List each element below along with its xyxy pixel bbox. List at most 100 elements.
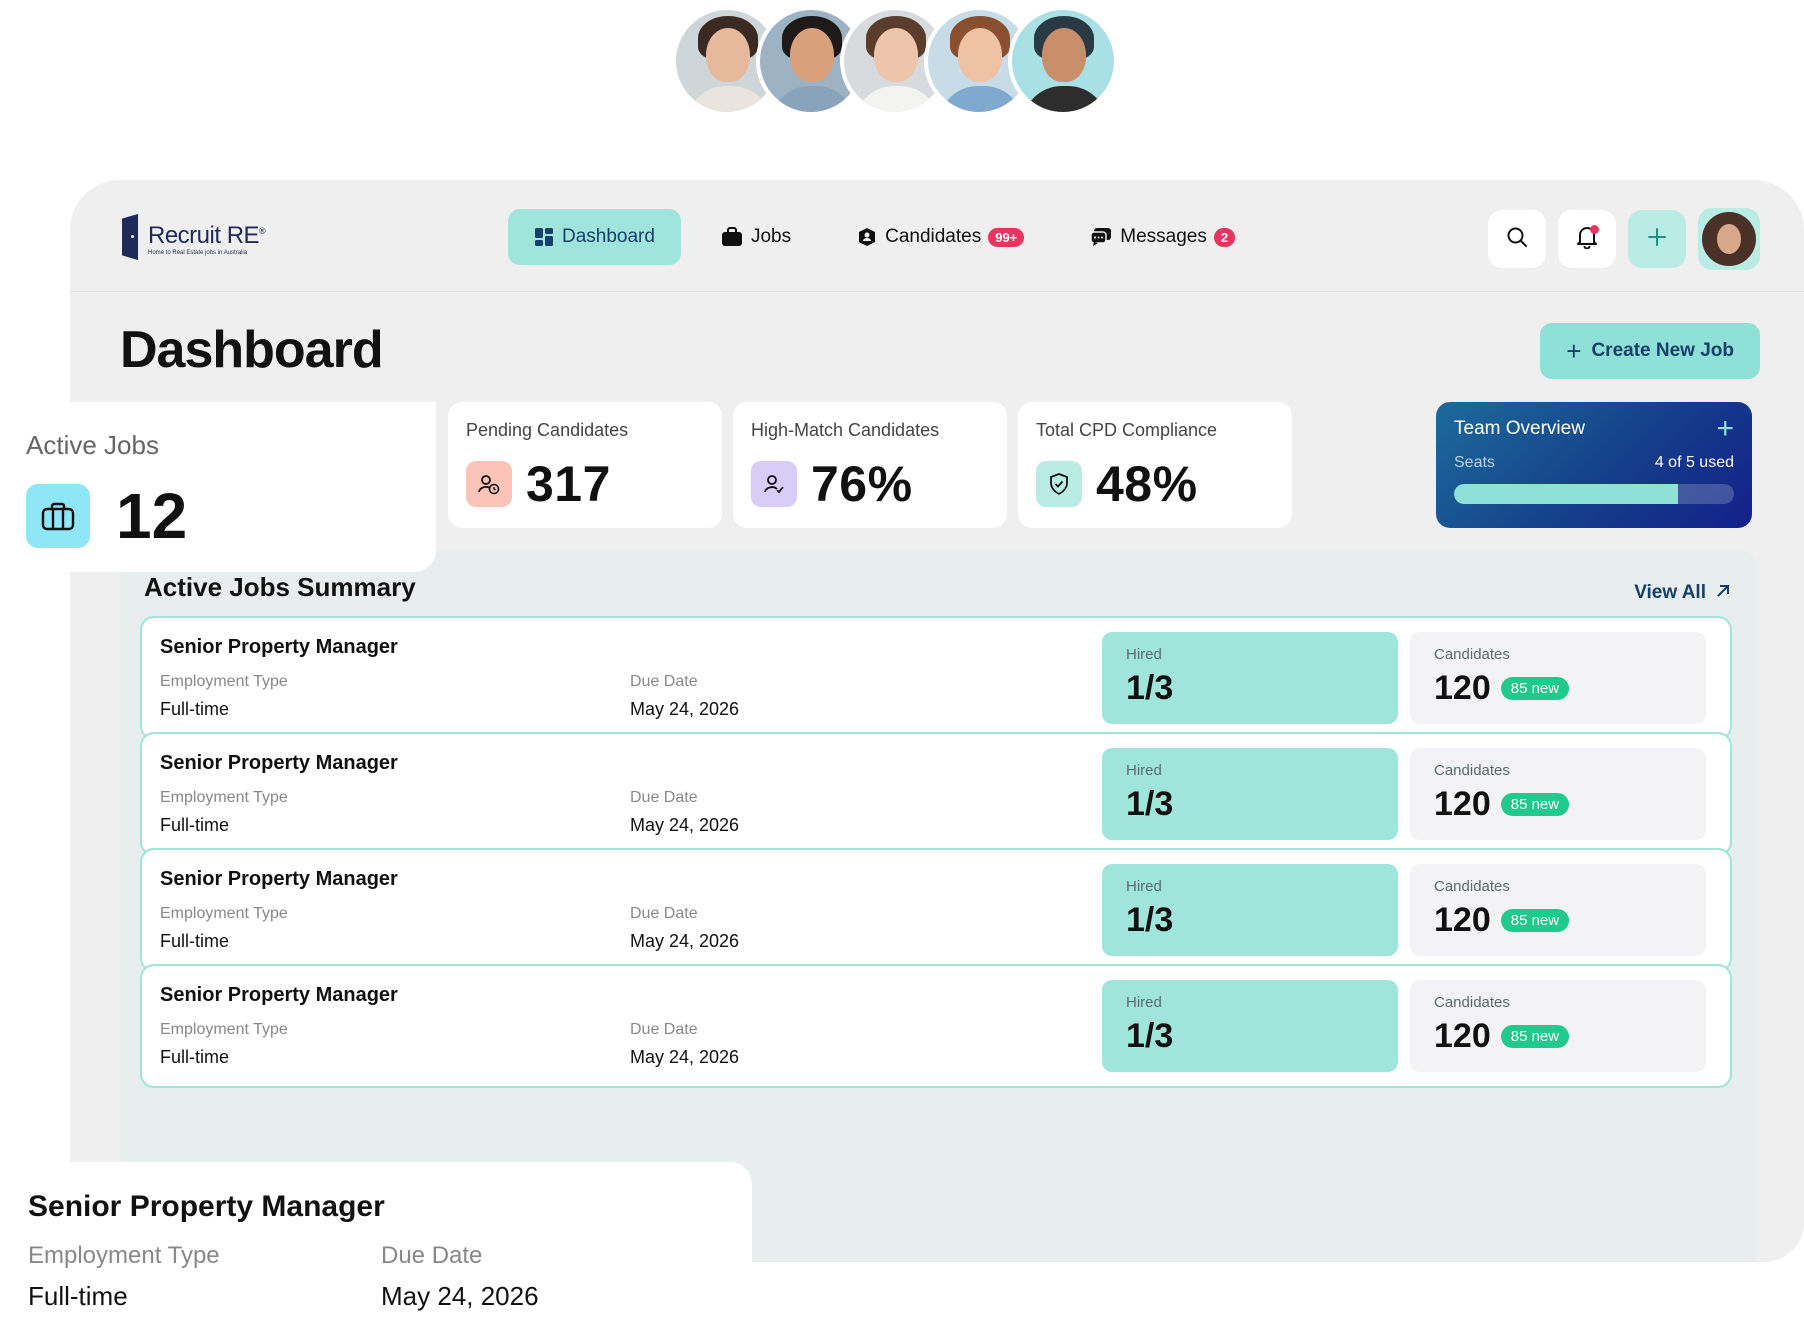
app-window: Recruit RE® Home to Real Estate jobs in … xyxy=(70,180,1804,1262)
employment-type: Full-time xyxy=(160,699,230,719)
tab-candidates[interactable]: Candidates 99+ xyxy=(831,209,1050,265)
due-date-label: Due Date xyxy=(630,673,698,690)
new-badge: 85 new xyxy=(1500,793,1570,816)
hired-label: Hired xyxy=(1126,762,1162,779)
brand-tagline: Home to Real Estate jobs in Australia xyxy=(148,250,248,256)
create-job-label: Create New Job xyxy=(1591,340,1734,361)
job-row[interactable]: Senior Property Manager Employment Type … xyxy=(140,732,1732,856)
tab-jobs[interactable]: Jobs xyxy=(695,209,817,265)
candidates-label: Candidates xyxy=(1434,994,1510,1011)
candidates-value: 120 xyxy=(1434,785,1491,823)
view-all-label: View All xyxy=(1634,582,1706,603)
user-clock-icon xyxy=(466,461,512,507)
job-row[interactable]: Senior Property Manager Employment Type … xyxy=(140,964,1732,1088)
candidates-box[interactable]: Candidates 120 85 new xyxy=(1410,748,1706,840)
view-all-link[interactable]: View All xyxy=(1634,582,1730,604)
job-title: Senior Property Manager xyxy=(160,868,398,890)
job-title: Senior Property Manager xyxy=(160,636,398,658)
notification-dot xyxy=(1590,225,1599,234)
hired-label: Hired xyxy=(1126,878,1162,895)
candidates-value: 120 xyxy=(1434,901,1491,939)
stat-value: 12 xyxy=(116,480,188,552)
stat-cpd-compliance[interactable]: Total CPD Compliance 48% xyxy=(1018,402,1292,528)
tab-candidates-label: Candidates xyxy=(885,226,982,247)
user-avatar[interactable] xyxy=(1698,208,1760,270)
job-title: Senior Property Manager xyxy=(160,752,398,774)
tab-dashboard[interactable]: Dashboard xyxy=(508,209,681,265)
search-icon xyxy=(1506,226,1528,253)
job-detail-card[interactable]: Senior Property Manager Employment Type … xyxy=(0,1162,752,1329)
hired-label: Hired xyxy=(1126,646,1162,663)
logo[interactable]: Recruit RE® Home to Real Estate jobs in … xyxy=(122,214,266,260)
stat-label: Pending Candidates xyxy=(466,420,629,440)
notifications-button[interactable] xyxy=(1558,210,1616,268)
tab-messages[interactable]: Messages 2 xyxy=(1064,209,1261,265)
nav-tabs: Dashboard Jobs Candidates 99+ Messages 2 xyxy=(508,209,1275,265)
candidates-label: Candidates xyxy=(1434,878,1510,895)
employment-type-label: Employment Type xyxy=(28,1242,220,1269)
new-badge: 85 new xyxy=(1500,1025,1570,1048)
employment-type: Full-time xyxy=(160,931,230,951)
employment-type: Full-time xyxy=(160,1047,230,1067)
summary-title: Active Jobs Summary xyxy=(144,572,416,602)
stat-high-match[interactable]: High-Match Candidates 76% xyxy=(733,402,1007,528)
stat-active-jobs[interactable]: Active Jobs 12 xyxy=(0,402,436,572)
job-row[interactable]: Senior Property Manager Employment Type … xyxy=(140,848,1732,972)
hired-box: Hired 1/3 xyxy=(1102,864,1398,956)
stat-label: High-Match Candidates xyxy=(751,420,940,440)
candidates-value: 120 xyxy=(1434,669,1491,707)
tab-jobs-label: Jobs xyxy=(750,226,792,247)
candidates-label: Candidates xyxy=(1434,762,1510,779)
seats-label: Seats xyxy=(1454,454,1495,471)
employment-type-label: Employment Type xyxy=(160,673,288,690)
candidates-count-badge: 99+ xyxy=(988,227,1025,247)
due-date: May 24, 2026 xyxy=(630,1047,740,1067)
logo-mark-icon xyxy=(122,214,138,260)
user-badge-icon xyxy=(857,227,877,247)
team-avatars xyxy=(672,6,1118,116)
tab-messages-label: Messages xyxy=(1120,226,1207,247)
stat-label: Total CPD Compliance xyxy=(1036,420,1218,440)
job-row[interactable]: Senior Property Manager Employment Type … xyxy=(140,616,1732,740)
briefcase-icon xyxy=(26,484,90,548)
due-date-label: Due Date xyxy=(630,789,698,806)
stage: Recruit RE® Home to Real Estate jobs in … xyxy=(0,0,1804,1329)
candidates-box[interactable]: Candidates 120 85 new xyxy=(1410,632,1706,724)
stat-label: Active Jobs xyxy=(26,430,159,460)
add-button[interactable] xyxy=(1628,210,1686,268)
create-job-button[interactable]: + Create New Job xyxy=(1540,323,1760,379)
chat-icon xyxy=(1090,227,1112,247)
seats-value: 4 of 5 used xyxy=(1654,454,1734,471)
hired-value: 1/3 xyxy=(1126,785,1174,823)
arrow-up-right-icon xyxy=(1716,582,1730,604)
top-nav: Recruit RE® Home to Real Estate jobs in … xyxy=(70,180,1804,292)
new-badge: 85 new xyxy=(1500,677,1570,700)
active-jobs-summary: Active Jobs Summary View All Senior Prop… xyxy=(120,550,1756,1262)
hired-label: Hired xyxy=(1126,994,1162,1011)
search-button[interactable] xyxy=(1488,210,1546,268)
shield-check-icon xyxy=(1036,461,1082,507)
hired-value: 1/3 xyxy=(1126,901,1174,939)
user-check-icon xyxy=(751,461,797,507)
new-badge: 85 new xyxy=(1500,909,1570,932)
due-date: May 24, 2026 xyxy=(630,931,740,951)
nav-actions xyxy=(1476,208,1760,270)
add-seat-icon[interactable]: + xyxy=(1716,412,1734,446)
hired-box: Hired 1/3 xyxy=(1102,632,1398,724)
grid-icon xyxy=(534,227,554,247)
due-date-label: Due Date xyxy=(381,1242,483,1269)
due-date-label: Due Date xyxy=(630,905,698,922)
employment-type: Full-time xyxy=(28,1281,128,1311)
due-date: May 24, 2026 xyxy=(630,699,740,719)
brand-name: Recruit RE xyxy=(148,222,260,249)
team-overview-card[interactable]: Team Overview + Seats 4 of 5 used xyxy=(1436,402,1752,528)
job-title: Senior Property Manager xyxy=(160,984,398,1006)
due-date-label: Due Date xyxy=(630,1021,698,1038)
candidates-box[interactable]: Candidates 120 85 new xyxy=(1410,864,1706,956)
stat-pending-candidates[interactable]: Pending Candidates 317 xyxy=(448,402,722,528)
stat-value: 76% xyxy=(811,456,913,512)
candidates-box[interactable]: Candidates 120 85 new xyxy=(1410,980,1706,1072)
messages-count-badge: 2 xyxy=(1213,227,1236,247)
briefcase-icon xyxy=(721,227,743,247)
hired-value: 1/3 xyxy=(1126,1017,1174,1055)
